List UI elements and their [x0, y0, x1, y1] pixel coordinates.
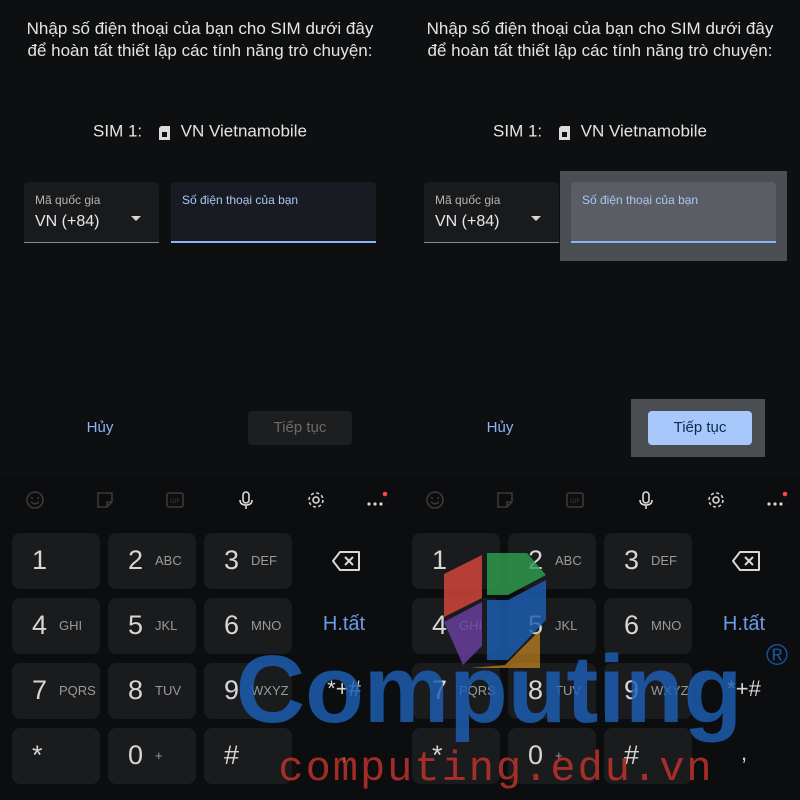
sim-info: SIM 1: VN Vietnamobile	[400, 121, 800, 142]
comma-key[interactable]: ,	[700, 728, 788, 784]
keyboard: GIF 1 2 ABC 3 DEF 4 GHI 5 JKL 6 MNO H.tất 7 PQ…	[0, 478, 400, 800]
dropdown-arrow-icon	[131, 216, 141, 221]
phone-number-input[interactable]: Số điện thoại của bạn	[171, 182, 376, 243]
key-star[interactable]: *	[12, 728, 100, 784]
done-key[interactable]: H.tất	[300, 598, 388, 654]
country-code-label: Mã quốc gia	[35, 193, 101, 207]
more-options-icon[interactable]	[764, 488, 788, 512]
microphone-icon[interactable]	[234, 488, 258, 512]
phone-number-input[interactable]: Số điện thoại của bạn	[571, 182, 776, 243]
settings-gear-icon[interactable]	[304, 488, 328, 512]
key-5[interactable]: 5 JKL	[108, 598, 196, 654]
key-8[interactable]: 8 TUV	[108, 663, 196, 719]
sim-carrier: VN Vietnamobile	[580, 121, 707, 141]
key-0[interactable]: 0 +	[508, 728, 596, 784]
screen-panel-right: Nhập số điện thoại của bạn cho SIM dưới …	[400, 0, 800, 800]
sim-label: SIM 1:	[493, 121, 543, 141]
more-options-icon[interactable]	[364, 488, 388, 512]
key-hash[interactable]: #	[204, 728, 292, 784]
key-star[interactable]: *	[412, 728, 500, 784]
sim-card-icon	[558, 125, 570, 140]
gif-icon[interactable]: GIF	[563, 488, 587, 512]
key-9[interactable]: 9 WXYZ	[604, 663, 692, 719]
backspace-key[interactable]	[700, 533, 788, 589]
key-5[interactable]: 5 JKL	[508, 598, 596, 654]
key-0[interactable]: 0 +	[108, 728, 196, 784]
country-code-label: Mã quốc gia	[435, 193, 501, 207]
key-3[interactable]: 3 DEF	[604, 533, 692, 589]
key-7[interactable]: 7 PQRS	[412, 663, 500, 719]
key-hash[interactable]: #	[604, 728, 692, 784]
country-code-value: VN (+84)	[35, 213, 100, 230]
continue-button[interactable]: Tiếp tục	[248, 411, 352, 445]
emoji-icon[interactable]	[23, 488, 47, 512]
country-code-select[interactable]: Mã quốc gia VN (+84)	[24, 182, 159, 243]
key-8[interactable]: 8 TUV	[508, 663, 596, 719]
emoji-icon[interactable]	[423, 488, 447, 512]
backspace-icon	[332, 551, 360, 571]
sim-carrier: VN Vietnamobile	[180, 121, 307, 141]
symbols-key[interactable]: *+#	[300, 663, 388, 719]
microphone-icon[interactable]	[634, 488, 658, 512]
svg-text:GIF: GIF	[170, 499, 180, 505]
symbols-key[interactable]: *+#	[700, 663, 788, 719]
key-1[interactable]: 1	[12, 533, 100, 589]
dropdown-arrow-icon	[531, 216, 541, 221]
key-6[interactable]: 6 MNO	[604, 598, 692, 654]
screen-panel-left: Nhập số điện thoại của bạn cho SIM dưới …	[0, 0, 400, 800]
comma-key[interactable]: ,	[300, 728, 388, 784]
key-7[interactable]: 7 PQRS	[12, 663, 100, 719]
setup-area: Nhập số điện thoại của bạn cho SIM dưới …	[400, 0, 800, 478]
svg-text:GIF: GIF	[570, 499, 580, 505]
backspace-key[interactable]	[300, 533, 388, 589]
backspace-icon	[732, 551, 760, 571]
country-code-select[interactable]: Mã quốc gia VN (+84)	[424, 182, 559, 243]
key-3[interactable]: 3 DEF	[204, 533, 292, 589]
country-code-value: VN (+84)	[435, 213, 500, 230]
sim-info: SIM 1: VN Vietnamobile	[0, 121, 400, 142]
instruction-text: Nhập số điện thoại của bạn cho SIM dưới …	[426, 19, 774, 60]
cancel-button[interactable]: Hủy	[70, 412, 130, 444]
sim-card-icon	[158, 125, 170, 140]
setup-area: Nhập số điện thoại của bạn cho SIM dưới …	[0, 0, 400, 478]
instruction-text: Nhập số điện thoại của bạn cho SIM dưới …	[26, 19, 374, 60]
key-2[interactable]: 2 ABC	[508, 533, 596, 589]
sticker-icon[interactable]	[93, 488, 117, 512]
key-1[interactable]: 1	[412, 533, 500, 589]
settings-gear-icon[interactable]	[704, 488, 728, 512]
key-4[interactable]: 4 GHI	[12, 598, 100, 654]
key-4[interactable]: 4 GHI	[412, 598, 500, 654]
cancel-button[interactable]: Hủy	[470, 412, 530, 444]
keyboard: GIF 1 2 ABC 3 DEF 4 GHI 5 JKL 6 MNO H.tất 7 PQ…	[400, 478, 800, 800]
sticker-icon[interactable]	[493, 488, 517, 512]
phone-number-placeholder: Số điện thoại của bạn	[582, 193, 699, 207]
gif-icon[interactable]: GIF	[163, 488, 187, 512]
done-key[interactable]: H.tất	[700, 598, 788, 654]
key-9[interactable]: 9 WXYZ	[204, 663, 292, 719]
key-6[interactable]: 6 MNO	[204, 598, 292, 654]
phone-number-placeholder: Số điện thoại của bạn	[182, 193, 299, 207]
continue-button[interactable]: Tiếp tục	[648, 411, 752, 445]
key-2[interactable]: 2 ABC	[108, 533, 196, 589]
sim-label: SIM 1:	[93, 121, 143, 141]
